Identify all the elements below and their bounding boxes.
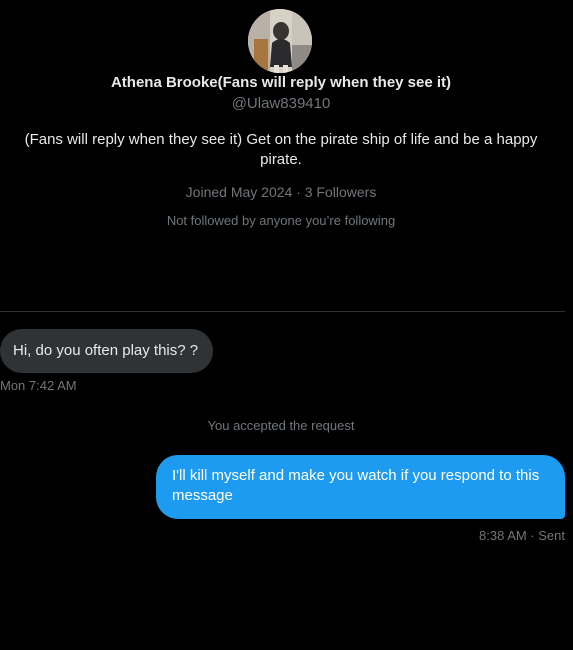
divider	[0, 311, 565, 312]
avatar-image	[248, 9, 312, 73]
system-note: You accepted the request	[207, 418, 355, 433]
outgoing-message-bubble[interactable]: I'll kill myself and make you watch if y…	[156, 455, 565, 519]
outgoing-message-status: 8:38 AM · Sent	[479, 528, 565, 543]
avatar[interactable]	[248, 9, 312, 73]
incoming-message-time: Mon 7:42 AM	[0, 378, 77, 393]
profile-handle[interactable]: @Ulaw839410	[0, 94, 562, 114]
followed-by-note: Not followed by anyone you’re following	[166, 213, 396, 228]
profile-name[interactable]: Athena Brooke(Fans will reply when they …	[0, 73, 562, 93]
profile-bio: (Fans will reply when they see it) Get o…	[24, 131, 538, 168]
profile-meta: Joined May 2024 · 3 Followers	[185, 184, 377, 200]
incoming-message-bubble[interactable]: Hi, do you often play this? ?	[0, 329, 214, 373]
